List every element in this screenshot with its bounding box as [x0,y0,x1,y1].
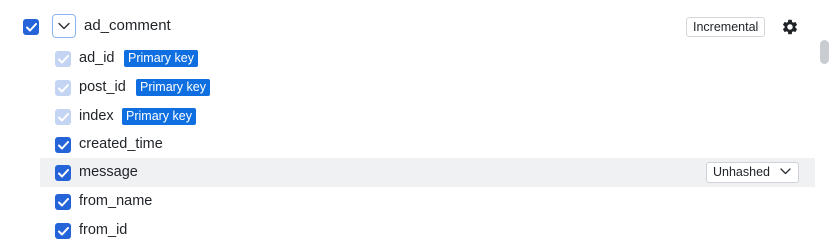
column-row-message[interactable]: message Unhashed [40,158,815,187]
hash-option-select[interactable]: Unhashed [706,162,799,183]
column-name: message [79,164,138,180]
primary-key-badge: Primary key [124,50,198,67]
column-row-index[interactable]: index Primary key [40,102,815,131]
column-name: post_id [79,79,126,95]
sync-mode-badge: Incremental [686,17,766,37]
column-name: from_id [79,222,128,238]
primary-key-badge: Primary key [122,108,196,125]
column-checkbox[interactable] [55,194,71,210]
column-checkbox [55,109,71,125]
expand-collapse-button[interactable] [52,14,76,38]
column-row-from-name[interactable]: from_name [40,187,815,216]
chevron-down-icon [58,22,70,30]
column-row-from-id[interactable]: from_id [40,216,815,245]
primary-key-badge: Primary key [136,79,210,96]
column-name: from_name [79,193,153,209]
column-checkbox[interactable] [55,223,71,239]
gear-icon[interactable] [781,18,799,36]
column-row-ad-id[interactable]: ad_id Primary key [40,44,815,73]
table-select-checkbox[interactable] [23,19,39,35]
scrollbar[interactable] [815,0,834,246]
column-checkbox [55,51,71,67]
scrollbar-thumb[interactable] [820,40,829,64]
column-checkbox[interactable] [55,165,71,181]
column-name: index [79,108,114,124]
column-name: ad_id [79,50,115,66]
chevron-down-icon [780,168,791,175]
schema-table-panel: ad_comment Incremental ad_id Primary key… [0,0,834,246]
column-checkbox [55,80,71,96]
table-name: ad_comment [84,17,171,34]
column-name: created_time [79,136,163,152]
column-row-created-time[interactable]: created_time [40,130,815,159]
column-row-post-id[interactable]: post_id Primary key [40,73,815,102]
hash-option-value: Unhashed [713,165,770,179]
column-checkbox[interactable] [55,137,71,153]
